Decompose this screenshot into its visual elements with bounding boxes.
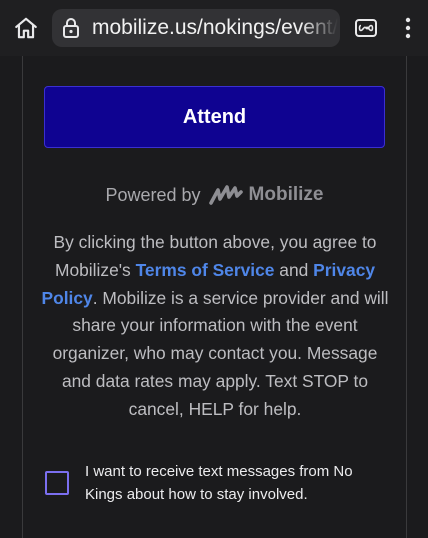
powered-by-label: Powered by bbox=[105, 184, 201, 205]
tabs-icon bbox=[355, 19, 377, 37]
browser-toolbar: mobilize.us/nokings/event/ bbox=[0, 0, 428, 56]
event-signup-panel: Attend Powered by Mobilize By clicking t… bbox=[22, 56, 407, 538]
sms-optin-checkbox[interactable] bbox=[45, 471, 69, 495]
home-button[interactable] bbox=[10, 12, 42, 44]
disclaimer-text-2: . Mobilize is a service provider and wil… bbox=[52, 287, 389, 419]
url-text: mobilize.us/nokings/event/ bbox=[92, 16, 339, 39]
powered-by: Powered by Mobilize bbox=[23, 180, 406, 210]
address-bar[interactable]: mobilize.us/nokings/event/ bbox=[52, 9, 340, 47]
disclaimer-and: and bbox=[274, 259, 314, 280]
mobilize-logo-icon bbox=[208, 185, 243, 205]
mobilize-logo[interactable]: Mobilize bbox=[208, 184, 324, 206]
sms-optin: I want to receive text messages from No … bbox=[45, 460, 385, 512]
more-menu-button[interactable] bbox=[396, 14, 420, 42]
attend-button[interactable]: Attend bbox=[44, 86, 385, 148]
more-vert-icon bbox=[405, 17, 411, 39]
sms-optin-label: I want to receive text messages from No … bbox=[85, 463, 353, 503]
lock-icon bbox=[61, 17, 81, 39]
tabs-button[interactable] bbox=[352, 14, 380, 42]
mobilize-wordmark: Mobilize bbox=[248, 184, 324, 205]
home-icon bbox=[15, 17, 37, 39]
terms-of-service-link[interactable]: Terms of Service bbox=[136, 260, 275, 280]
terms-disclaimer: By clicking the button above, you agree … bbox=[37, 229, 393, 424]
